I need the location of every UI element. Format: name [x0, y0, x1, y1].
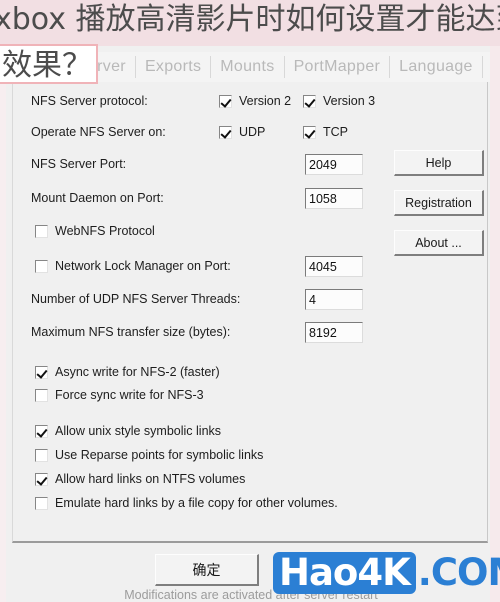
checkbox-icon[interactable]: [219, 125, 232, 139]
tcp-label: TCP: [323, 125, 348, 139]
udp-threads-label: Number of UDP NFS Server Threads:: [31, 292, 241, 306]
watermark-name: Hao4K: [273, 552, 416, 594]
udp-checkbox[interactable]: UDP: [219, 125, 265, 139]
max-transfer-size-label: Maximum NFS transfer size (bytes):: [31, 325, 231, 339]
about-button[interactable]: About ...: [394, 230, 484, 256]
operate-server-row: Operate NFS Server on:: [31, 125, 166, 139]
server-settings-panel: NFS Server protocol: Version 2 Version 3…: [12, 82, 488, 602]
reparse-points-label: Use Reparse points for symbolic links: [55, 448, 264, 462]
version2-checkbox[interactable]: Version 2: [219, 94, 291, 108]
checkbox-icon[interactable]: [35, 448, 48, 462]
emulate-hard-links-label: Emulate hard links by a file copy for ot…: [55, 496, 338, 510]
checkbox-icon[interactable]: [35, 224, 48, 238]
ok-button[interactable]: 确定: [155, 554, 259, 586]
force-sync-write-label: Force sync write for NFS-3: [55, 388, 204, 402]
checkbox-icon[interactable]: [35, 365, 48, 379]
watermark: Hao4K .COM: [273, 552, 500, 594]
tab-separator: [481, 56, 483, 78]
webnfs-label: WebNFS Protocol: [55, 224, 155, 238]
nfs-port-row: NFS Server Port:: [31, 157, 126, 171]
unix-symlinks-label: Allow unix style symbolic links: [55, 424, 222, 438]
overlay-right-strip: [490, 0, 500, 602]
network-lock-manager-port-input[interactable]: [305, 256, 363, 277]
version3-checkbox[interactable]: Version 3: [303, 94, 375, 108]
emulate-hard-links-checkbox[interactable]: Emulate hard links by a file copy for ot…: [35, 496, 338, 510]
operate-server-label: Operate NFS Server on:: [31, 125, 166, 139]
tab-language[interactable]: Language: [390, 52, 482, 82]
max-transfer-size-input[interactable]: [305, 322, 363, 343]
force-sync-write-checkbox[interactable]: Force sync write for NFS-3: [35, 388, 204, 402]
checkbox-icon[interactable]: [35, 472, 48, 486]
screenshot-root: Server Exports Mounts PortMapper Languag…: [0, 0, 500, 602]
async-write-checkbox[interactable]: Async write for NFS-2 (faster): [35, 365, 220, 379]
overlay-caption-line1: xbox 播放高清影片时如何设置才能达到最佳: [0, 2, 500, 37]
nfs-port-input[interactable]: [305, 154, 363, 175]
registration-button[interactable]: Registration: [394, 190, 484, 216]
udp-threads-row: Number of UDP NFS Server Threads:: [31, 292, 240, 306]
nfs-protocol-row: NFS Server protocol:: [31, 94, 148, 108]
nfs-server-dialog: Server Exports Mounts PortMapper Languag…: [0, 0, 500, 602]
async-write-label: Async write for NFS-2 (faster): [55, 365, 220, 379]
overlay-caption-line2: 效果？: [0, 44, 98, 84]
checkbox-icon[interactable]: [303, 125, 316, 139]
nfs-protocol-label: NFS Server protocol:: [31, 94, 148, 108]
max-transfer-size-row: Maximum NFS transfer size (bytes):: [31, 325, 230, 339]
network-lock-manager-label: Network Lock Manager on Port:: [55, 259, 231, 273]
mount-daemon-input[interactable]: [305, 188, 363, 209]
udp-threads-input[interactable]: [305, 289, 363, 310]
tab-mounts[interactable]: Mounts: [211, 52, 283, 82]
network-lock-manager-checkbox[interactable]: Network Lock Manager on Port:: [35, 259, 231, 273]
mount-daemon-label: Mount Daemon on Port:: [31, 191, 164, 205]
overlay-left-strip: [0, 46, 6, 602]
checkbox-icon[interactable]: [303, 94, 316, 108]
checkbox-icon[interactable]: [219, 94, 232, 108]
webnfs-checkbox[interactable]: WebNFS Protocol: [35, 224, 155, 238]
version2-label: Version 2: [239, 94, 292, 108]
version3-label: Version 3: [323, 94, 376, 108]
mount-daemon-row: Mount Daemon on Port:: [31, 191, 164, 205]
watermark-suffix: .COM: [417, 551, 500, 594]
unix-symlinks-checkbox[interactable]: Allow unix style symbolic links: [35, 424, 221, 438]
nfs-port-label: NFS Server Port:: [31, 157, 127, 171]
checkbox-icon[interactable]: [35, 259, 48, 273]
checkbox-icon[interactable]: [35, 388, 48, 402]
udp-label: UDP: [239, 125, 266, 139]
tab-exports[interactable]: Exports: [136, 52, 210, 82]
checkbox-icon[interactable]: [35, 424, 48, 438]
help-button[interactable]: Help: [394, 150, 484, 176]
reparse-points-checkbox[interactable]: Use Reparse points for symbolic links: [35, 448, 263, 462]
hard-links-ntfs-label: Allow hard links on NTFS volumes: [55, 472, 246, 486]
hard-links-ntfs-checkbox[interactable]: Allow hard links on NTFS volumes: [35, 472, 245, 486]
checkbox-icon[interactable]: [35, 496, 48, 510]
tcp-checkbox[interactable]: TCP: [303, 125, 348, 139]
tab-portmapper[interactable]: PortMapper: [285, 52, 390, 82]
